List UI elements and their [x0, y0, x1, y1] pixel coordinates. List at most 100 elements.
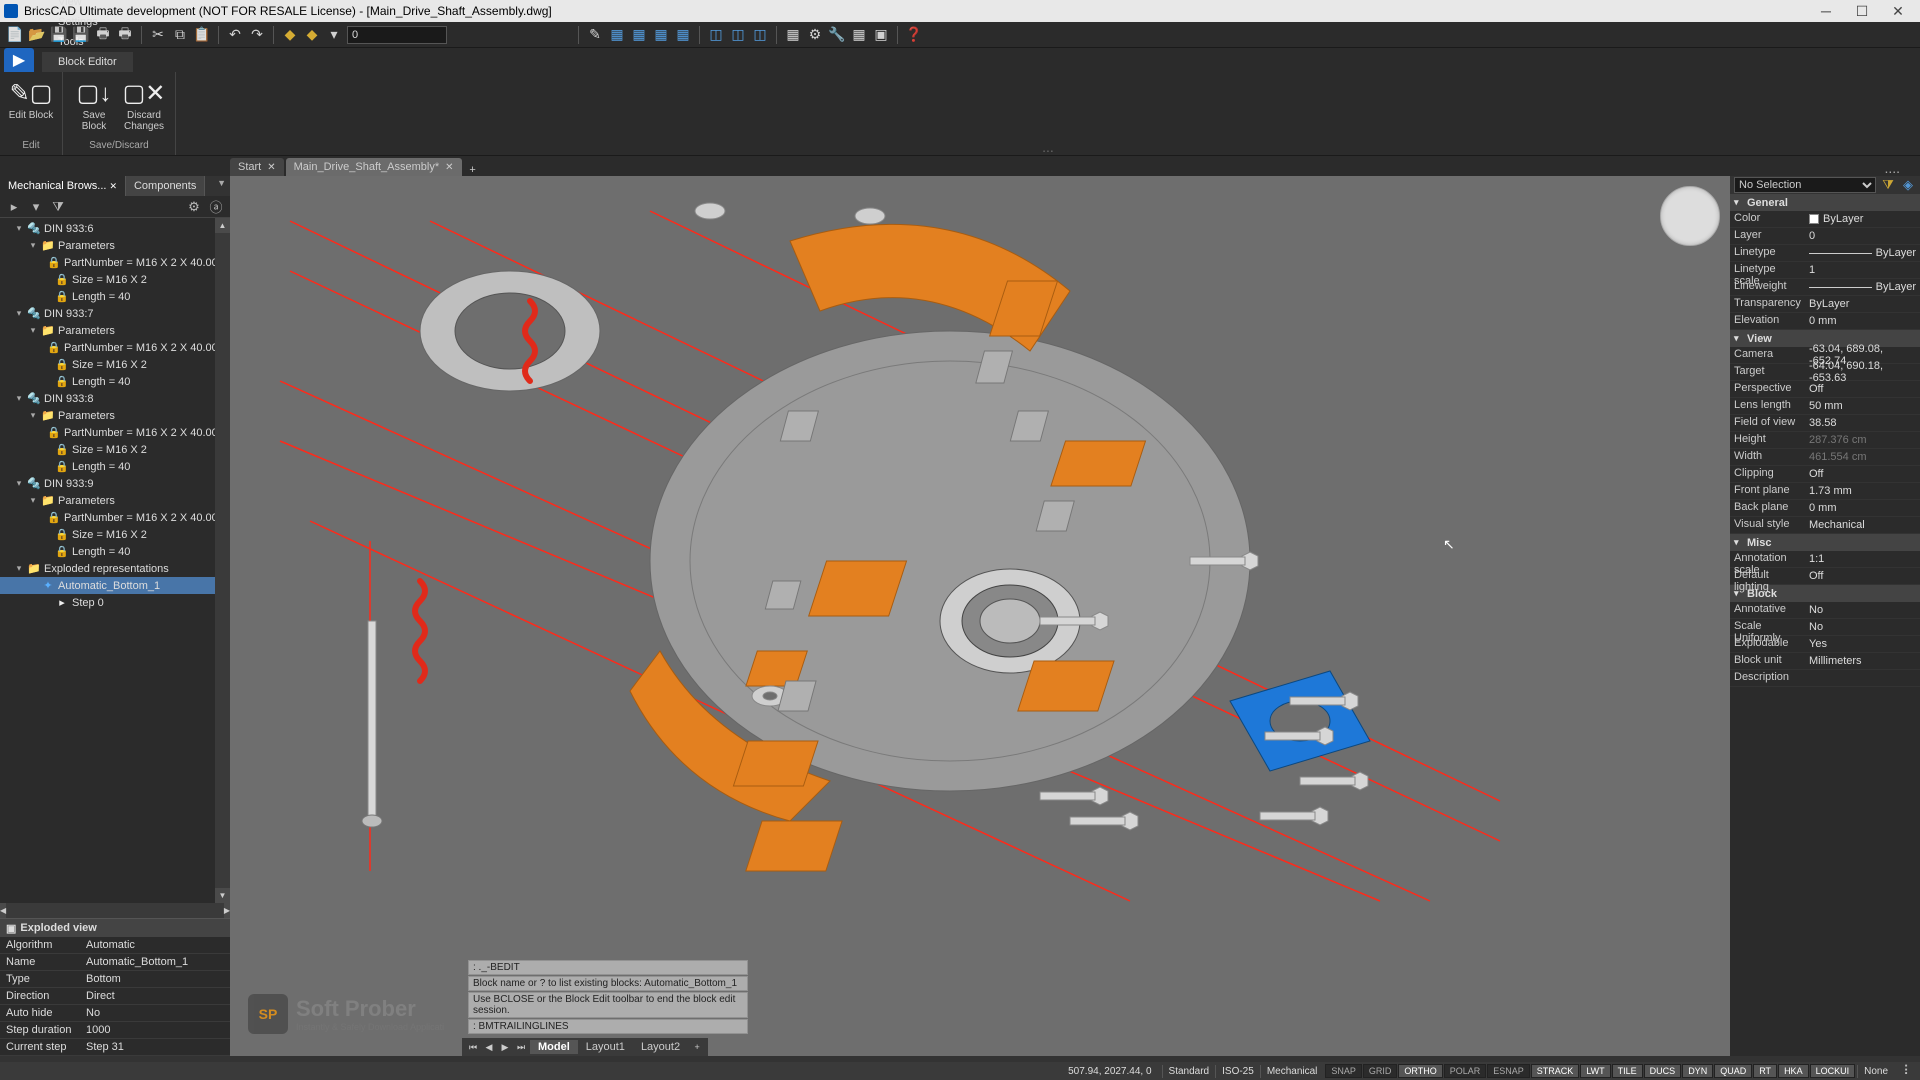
props-section-header[interactable]: ▾General [1730, 194, 1920, 211]
collapse-icon[interactable]: ▾ [28, 495, 38, 506]
save-icon[interactable]: 💾 [50, 26, 68, 44]
props-section-header[interactable]: ▾Block [1730, 585, 1920, 602]
box-icon[interactable]: ◫ [707, 26, 725, 44]
layout-tab[interactable]: Layout1 [578, 1040, 633, 1054]
property-row[interactable]: Description [1730, 670, 1920, 687]
app-menu-button[interactable]: ▶ [4, 48, 34, 72]
props-section-header[interactable]: ▾Misc [1730, 534, 1920, 551]
maximize-button[interactable]: ☐ [1844, 1, 1880, 21]
property-row[interactable]: ClippingOff [1730, 466, 1920, 483]
property-row[interactable]: Field of view38.58 [1730, 415, 1920, 432]
property-row[interactable]: PerspectiveOff [1730, 381, 1920, 398]
tree-node-comp[interactable]: ▾🔩DIN 933:7 [0, 305, 230, 322]
property-row[interactable]: Elevation0 mm [1730, 313, 1920, 330]
tree-node-group[interactable]: ▾📁Exploded representations [0, 560, 230, 577]
property-row[interactable]: NameAutomatic_Bottom_1 [0, 954, 230, 971]
tree-node-param[interactable]: 🔒Size = M16 X 2 [0, 271, 230, 288]
property-row[interactable]: TransparencyByLayer [1730, 296, 1920, 313]
collapse-icon[interactable]: ▾ [28, 240, 38, 251]
doc-tab[interactable]: Start✕ [230, 158, 284, 176]
property-row[interactable]: TypeBottom [0, 971, 230, 988]
tree-node-group[interactable]: ▾📁Parameters [0, 322, 230, 339]
edit-block-button[interactable]: ✎▢ Edit Block [8, 74, 54, 138]
collapse-icon[interactable]: ▾ [14, 563, 24, 574]
status-toggle-strack[interactable]: STRACK [1531, 1064, 1580, 1078]
settings-icon[interactable]: ⚙ [806, 26, 824, 44]
status-toggle-snap[interactable]: SNAP [1325, 1064, 1362, 1078]
collapse-icon[interactable]: ▾ [1734, 537, 1744, 548]
property-row[interactable]: Lens length50 mm [1730, 398, 1920, 415]
discard-changes-button[interactable]: ▢✕ Discard Changes [121, 74, 167, 138]
cube-icon[interactable]: ◫ [729, 26, 747, 44]
minimize-button[interactable]: ─ [1808, 1, 1844, 21]
open-icon[interactable]: 📂 [28, 26, 46, 44]
scroll-left-icon[interactable]: ◀ [0, 903, 6, 918]
property-row[interactable]: Width461.554 cm [1730, 449, 1920, 466]
layout-first-icon[interactable]: ⏮ [466, 1040, 480, 1054]
property-row[interactable]: AnnotativeNo [1730, 602, 1920, 619]
status-style[interactable]: ISO-25 [1215, 1065, 1260, 1078]
property-row[interactable]: Auto hideNo [0, 1005, 230, 1022]
layout-tab[interactable]: Layout2 [633, 1040, 688, 1054]
panel-menu-icon[interactable]: ▼ [217, 178, 226, 188]
layer-state-icon[interactable]: ◆ [303, 26, 321, 44]
command-window[interactable]: : ._-BEDIT Block name or ? to list exist… [468, 959, 748, 1034]
axis-gizmo[interactable]: Z Y X [530, 176, 1730, 956]
pen-icon[interactable]: ✎ [586, 26, 604, 44]
layer-dropdown-icon[interactable]: ▾ [325, 26, 343, 44]
grid-icon[interactable]: ▦ [674, 26, 692, 44]
property-row[interactable]: ColorByLayer [1730, 211, 1920, 228]
status-toggle-rt[interactable]: RT [1753, 1064, 1777, 1078]
ribbon-tab-view[interactable]: View [42, 0, 133, 12]
panel-tab[interactable]: Components [126, 176, 205, 196]
layer-input[interactable] [347, 26, 447, 44]
property-row[interactable]: LinetypeByLayer [1730, 245, 1920, 262]
more-dots-icon[interactable]: .... [1884, 160, 1900, 176]
tree-node-param[interactable]: 🔒Size = M16 X 2 [0, 356, 230, 373]
layout-prev-icon[interactable]: ◀ [482, 1040, 496, 1054]
calendar-icon[interactable]: ▦ [784, 26, 802, 44]
table-icon[interactable]: ▦ [850, 26, 868, 44]
property-row[interactable]: Annotation scale1:1 [1730, 551, 1920, 568]
collapse-icon[interactable]: ▾ [14, 223, 24, 234]
layer-icon[interactable]: ◆ [281, 26, 299, 44]
close-icon[interactable]: ✕ [445, 162, 453, 173]
selection-dropdown[interactable]: No Selection [1734, 177, 1876, 193]
layout-tab[interactable]: Model [530, 1040, 578, 1054]
property-row[interactable]: Visual styleMechanical [1730, 517, 1920, 534]
status-toggle-hka[interactable]: HKA [1778, 1064, 1809, 1078]
status-style[interactable]: Mechanical [1260, 1065, 1324, 1078]
collapse-icon[interactable]: ▾ [1734, 333, 1744, 344]
collapse-icon[interactable]: ▾ [1734, 197, 1744, 208]
property-row[interactable]: Scale UniformlyNo [1730, 619, 1920, 636]
status-toggle-grid[interactable]: GRID [1363, 1064, 1398, 1078]
status-toggle-esnap[interactable]: ESNAP [1487, 1064, 1530, 1078]
layout-add-icon[interactable]: + [690, 1040, 704, 1054]
status-toggle-polar[interactable]: POLAR [1444, 1064, 1487, 1078]
doc-tab[interactable]: Main_Drive_Shaft_Assembly*✕ [286, 158, 462, 176]
collapse-icon[interactable]: ▾ [28, 410, 38, 421]
property-row[interactable]: AlgorithmAutomatic [0, 937, 230, 954]
layout-last-icon[interactable]: ⏭ [514, 1040, 528, 1054]
property-row[interactable]: Back plane0 mm [1730, 500, 1920, 517]
collapse-icon[interactable]: ▾ [14, 308, 24, 319]
property-row[interactable]: Layer0 [1730, 228, 1920, 245]
scroll-up-icon[interactable]: ▲ [215, 218, 230, 233]
status-menu-icon[interactable]: ⠇ [1900, 1063, 1916, 1079]
property-row[interactable]: Linetype scale1 [1730, 262, 1920, 279]
collapse-icon[interactable]: ▾ [28, 325, 38, 336]
property-row[interactable]: LineweightByLayer [1730, 279, 1920, 296]
property-row[interactable]: Default lightingOff [1730, 568, 1920, 585]
tree-search-icon[interactable]: ⓐ [208, 199, 224, 215]
status-toggle-ducs[interactable]: DUCS [1644, 1064, 1682, 1078]
ribbon-tab-block-editor[interactable]: Block Editor [42, 52, 133, 72]
tree-node-param[interactable]: 🔒PartNumber = M16 X 2 X 40.0000 [0, 424, 230, 441]
collapse-icon[interactable]: ▾ [14, 478, 24, 489]
help-icon[interactable]: ❓ [905, 26, 923, 44]
status-toggle-dyn[interactable]: DYN [1682, 1064, 1713, 1078]
property-row[interactable]: DirectionDirect [0, 988, 230, 1005]
close-icon[interactable]: ✕ [267, 162, 275, 173]
tree-node-param[interactable]: 🔒Length = 40 [0, 373, 230, 390]
tree-node-param[interactable]: 🔒Length = 40 [0, 288, 230, 305]
paste-icon[interactable]: 📋 [193, 26, 211, 44]
